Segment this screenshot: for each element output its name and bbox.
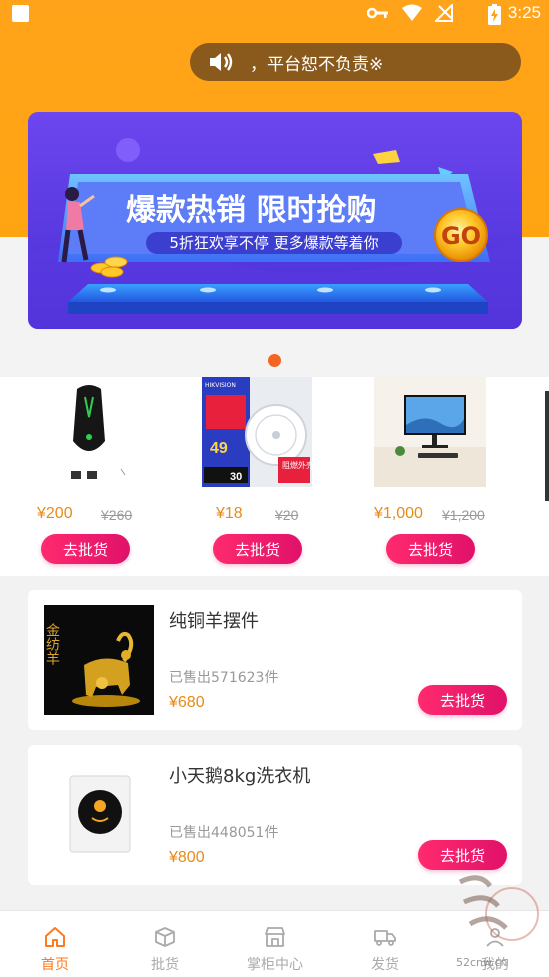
featured-products: ¥200 ¥260 去批货 HIKVISION 49 30 阻燃外壳 ¥18 ¥… — [0, 377, 549, 576]
detector-bottom-number: 30 — [230, 471, 242, 483]
key-icon — [367, 7, 388, 19]
product-price: ¥1,000 — [374, 505, 423, 522]
product-image-smoke-detector: HIKVISION 49 30 阻燃外壳 — [202, 377, 312, 487]
item-title: 纯铜羊摆件 — [169, 611, 259, 632]
list-item[interactable]: 金纺羊 纯铜羊摆件 已售出571623件 ¥680 去批货 — [28, 590, 522, 730]
banner-art: 爆款热销 限时抢购 5折狂欢享不停 更多爆款等着你 GO — [28, 112, 522, 329]
item-price: ¥680 — [169, 694, 205, 711]
item-sold-count: 已售出571623件 — [169, 670, 279, 686]
clock: 3:25 — [507, 3, 541, 22]
tab-label: 批货 — [151, 957, 179, 973]
product-price: ¥18 — [216, 505, 243, 522]
wholesale-button[interactable]: 去批货 — [418, 685, 507, 715]
detector-brand: HIKVISION — [205, 382, 236, 389]
go-badge: GO — [441, 222, 481, 250]
tab-shopkeeper[interactable]: 掌柜中心 — [220, 911, 330, 977]
next-product-peek — [545, 391, 549, 501]
wholesale-button[interactable]: 去批货 — [41, 534, 130, 564]
tab-shipping[interactable]: 发货 — [330, 911, 440, 977]
wholesale-button[interactable]: 去批货 — [386, 534, 475, 564]
home-icon — [45, 927, 65, 947]
promo-banner[interactable]: 爆款热销 限时抢购 5折狂欢享不停 更多爆款等着你 GO — [28, 112, 522, 329]
tab-home[interactable]: 首页 — [0, 911, 110, 977]
tab-wholesale[interactable]: 批货 — [110, 911, 220, 977]
goat-calligraphy: 金纺羊 — [44, 623, 60, 665]
notification-icon — [12, 5, 29, 22]
product-price: ¥200 — [37, 505, 73, 522]
item-price: ¥800 — [169, 849, 205, 866]
carousel-indicator[interactable] — [268, 354, 281, 367]
status-bar: 3:25 — [0, 0, 549, 30]
list-item[interactable]: 小天鹅8kg洗衣机 已售出448051件 ¥800 去批货 — [28, 745, 522, 885]
no-signal-icon — [435, 4, 453, 22]
detector-number: 49 — [210, 440, 228, 457]
box-icon — [155, 927, 175, 947]
tab-label: 掌柜中心 — [247, 957, 303, 973]
banner-subline: 5折狂欢享不停 更多爆款等着你 — [169, 234, 378, 252]
item-sold-count: 已售出448051件 — [169, 825, 279, 841]
product-image-monitor — [374, 377, 486, 487]
battery-icon — [488, 4, 501, 25]
product-original-price: ¥1,200 — [442, 507, 485, 523]
status-icons — [367, 4, 453, 22]
product-original-price: ¥20 — [275, 507, 299, 523]
detector-promo: 阻燃外壳 — [282, 460, 312, 470]
product-image-mouse — [33, 377, 145, 487]
product-original-price: ¥260 — [101, 507, 133, 523]
product-thumb-washing-machine — [44, 760, 154, 870]
announcement-text: ，平台恕不负责※ — [250, 54, 384, 75]
truck-icon — [374, 930, 396, 946]
product-thumb-copper-goat: 金纺羊 — [44, 605, 154, 715]
banner-headline: 爆款热销 限时抢购 — [126, 193, 376, 228]
wifi-icon — [402, 4, 422, 21]
announcement-bar[interactable]: ，平台恕不负责※ — [190, 43, 521, 81]
tab-label: 发货 — [371, 957, 399, 973]
tab-label: 首页 — [41, 957, 69, 973]
site-watermark: 52cnw.cn — [456, 875, 539, 969]
speaker-icon — [210, 53, 233, 71]
watermark-text: 52cnw.cn — [456, 956, 508, 969]
item-title: 小天鹅8kg洗衣机 — [169, 766, 311, 787]
wholesale-button[interactable]: 去批货 — [213, 534, 302, 564]
store-icon — [265, 927, 285, 947]
